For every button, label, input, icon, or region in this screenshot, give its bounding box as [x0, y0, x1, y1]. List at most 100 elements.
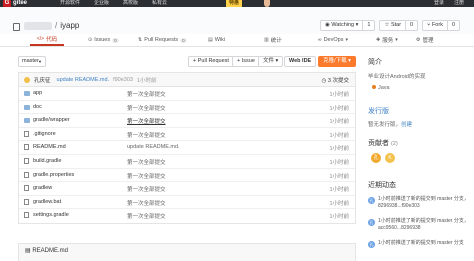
intro-text: 毕业设计Android的实现	[368, 74, 426, 80]
language-tag[interactable]: Java	[372, 85, 390, 91]
tab-label: 代码	[46, 37, 58, 43]
file-time: 1小时前	[329, 92, 349, 98]
file-menu-button[interactable]: 文件 ▾	[258, 56, 284, 67]
watch-label: Watching	[331, 22, 355, 28]
star-count[interactable]: 0	[405, 21, 417, 30]
tab-count: 0	[112, 37, 119, 43]
tab-code[interactable]: </> 代码	[30, 34, 64, 46]
file-name[interactable]: settings.gradle	[33, 212, 69, 218]
tab-label: 管理	[422, 38, 434, 44]
fork-button[interactable]: ⑂ Fork 0	[422, 20, 460, 31]
file-menu-label: 文件	[263, 58, 275, 64]
file-icon	[24, 212, 29, 219]
top-nav-item[interactable]: 开源软件	[60, 0, 80, 7]
top-nav-item[interactable]: 企业版	[94, 0, 109, 7]
logo-text: gitee	[13, 0, 28, 6]
contributor-avatar[interactable]: K	[385, 153, 395, 163]
file-row[interactable]: settings.gradle 第一次全部提交 1小时前	[19, 209, 355, 223]
file-row[interactable]: .gitignore 第一次全部提交 1小时前	[19, 128, 355, 142]
tab-stats[interactable]: ▥ 统计	[264, 34, 282, 46]
top-nav-item[interactable]: 高校版	[123, 0, 138, 7]
file-commit-message[interactable]: 第一次全部提交	[127, 131, 166, 139]
tab-wiki[interactable]: ▤ Wiki	[208, 34, 225, 46]
star-button[interactable]: ☆ Star 0	[379, 20, 419, 31]
tab-devops[interactable]: ∞ DevOps ▾	[318, 34, 348, 46]
branch-select[interactable]: master ▼	[18, 56, 46, 67]
contributors-title: 贡献者 (2)	[368, 138, 398, 148]
file-commit-message[interactable]: update README.md.	[127, 144, 180, 150]
tab-label: DevOps	[323, 37, 344, 43]
file-commit-message[interactable]: 第一次全部提交	[127, 90, 166, 98]
readme-title-label: README.md	[32, 248, 69, 254]
release-title[interactable]: 发行版	[368, 106, 389, 116]
activity-item[interactable]: 孔 1小时前推送了新的提交到 master 分支	[368, 240, 468, 260]
activity-text: 1小时前推送了新的提交到 master 分支，8296938...f90e303	[378, 196, 469, 209]
tab-count: 0	[180, 37, 187, 43]
tab-service[interactable]: ✚ 服务 ▾	[376, 34, 398, 46]
file-name[interactable]: build.gradle	[33, 158, 61, 164]
file-commit-message[interactable]: 第一次全部提交	[127, 104, 166, 112]
watch-button[interactable]: ◉ Watching ▾ 1	[320, 20, 376, 31]
file-row[interactable]: gradle/wrapper 第一次全部提交 1小时前	[19, 114, 355, 128]
file-name[interactable]: doc	[33, 104, 42, 110]
tab-issues[interactable]: ⊙ Issues 0	[88, 34, 119, 46]
file-row[interactable]: gradle.properties 第一次全部提交 1小时前	[19, 169, 355, 183]
create-release-link[interactable]: 创建	[401, 122, 412, 128]
file-name[interactable]: app	[33, 90, 42, 96]
commit-count[interactable]: ◷ 3 次提交	[322, 76, 349, 84]
file-row[interactable]: app 第一次全部提交 1小时前	[19, 87, 355, 101]
wiki-icon: ▤	[208, 37, 213, 43]
file-name[interactable]: README.md	[33, 144, 66, 150]
file-time: 1小时前	[329, 173, 349, 180]
repo-name[interactable]: iyapp	[60, 21, 79, 30]
repo-title: / iyapp	[24, 21, 79, 30]
commit-message[interactable]: update README.md.	[57, 77, 110, 83]
file-row[interactable]: build.gradle 第一次全部提交 1小时前	[19, 155, 355, 169]
new-issue-button[interactable]: + Issue	[232, 56, 260, 67]
new-pull-request-button[interactable]: + Pull Request	[188, 56, 234, 67]
activity-item[interactable]: 孔 1小时前推送了新的提交到 master 分支，acc9560...82969…	[368, 218, 469, 238]
repo-actions: ◉ Watching ▾ 1 ☆ Star 0 ⑂ Fork 0	[320, 20, 460, 31]
login-link[interactable]: 登录	[434, 0, 444, 7]
file-commit-message[interactable]: 第一次全部提交	[127, 158, 166, 166]
file-row[interactable]: README.md update README.md. 1小时前	[19, 141, 355, 155]
commit-author[interactable]: 孔庆征	[34, 76, 51, 84]
file-name[interactable]: .gitignore	[33, 131, 56, 137]
contributor-avatar[interactable]: 孔	[371, 153, 381, 163]
gitee-logo[interactable]: G gitee	[3, 0, 27, 7]
file-row[interactable]: gradlew 第一次全部提交 1小时前	[19, 182, 355, 196]
repo-tabs: </> 代码 ⊙ Issues 0 ⇅ Pull Requests 0 ▤ Wi…	[0, 34, 474, 47]
top-nav-item[interactable]: 私有云	[152, 0, 167, 7]
web-ide-button[interactable]: Web IDE	[284, 56, 317, 67]
file-name[interactable]: gradle/wrapper	[33, 117, 70, 123]
clone-label: 克隆/下载	[323, 58, 347, 64]
avatar[interactable]	[24, 76, 30, 83]
file-row[interactable]: doc 第一次全部提交 1小时前	[19, 101, 355, 115]
file-name[interactable]: gradle.properties	[33, 172, 74, 178]
tab-pull-requests[interactable]: ⇅ Pull Requests 0	[138, 34, 187, 46]
avatar: 孔	[368, 241, 375, 248]
register-link[interactable]: 注册	[454, 0, 464, 7]
file-commit-message[interactable]: 第一次全部提交	[127, 199, 166, 207]
tab-manage[interactable]: ⚙ 管理	[416, 34, 434, 46]
repo-header: / iyapp ◉ Watching ▾ 1 ☆ Star 0 ⑂ Fork 0	[0, 7, 474, 34]
file-name[interactable]: gradlew.bat	[33, 199, 61, 205]
fork-count[interactable]: 0	[446, 21, 459, 30]
file-commit-message[interactable]: 第一次全部提交	[127, 212, 166, 220]
commit-hash[interactable]: f90e303	[113, 77, 133, 83]
activity-item[interactable]: 孔 1小时前推送了新的提交到 master 分支，8296938...f90e3…	[368, 196, 469, 216]
file-commit-message[interactable]: 第一次全部提交	[127, 185, 166, 193]
tab-label: Wiki	[214, 37, 226, 43]
file-row[interactable]: gradlew.bat 第一次全部提交 1小时前	[19, 196, 355, 210]
promo-badge[interactable]: 特惠	[226, 0, 243, 7]
folder-icon	[24, 118, 30, 124]
clone-download-button[interactable]: 克隆/下载 ▾	[318, 56, 356, 67]
language-label: Java	[378, 85, 390, 91]
file-name[interactable]: gradlew	[33, 185, 52, 191]
file-time: 1小时前	[329, 132, 349, 139]
readme-panel: ▤ README.md	[18, 243, 356, 261]
file-commit-message[interactable]: 第一次全部提交	[127, 172, 166, 180]
watch-count[interactable]: 1	[362, 21, 374, 30]
file-commit-message[interactable]: 第一次全部提交	[127, 117, 166, 125]
owner-name-redacted[interactable]	[24, 21, 52, 30]
